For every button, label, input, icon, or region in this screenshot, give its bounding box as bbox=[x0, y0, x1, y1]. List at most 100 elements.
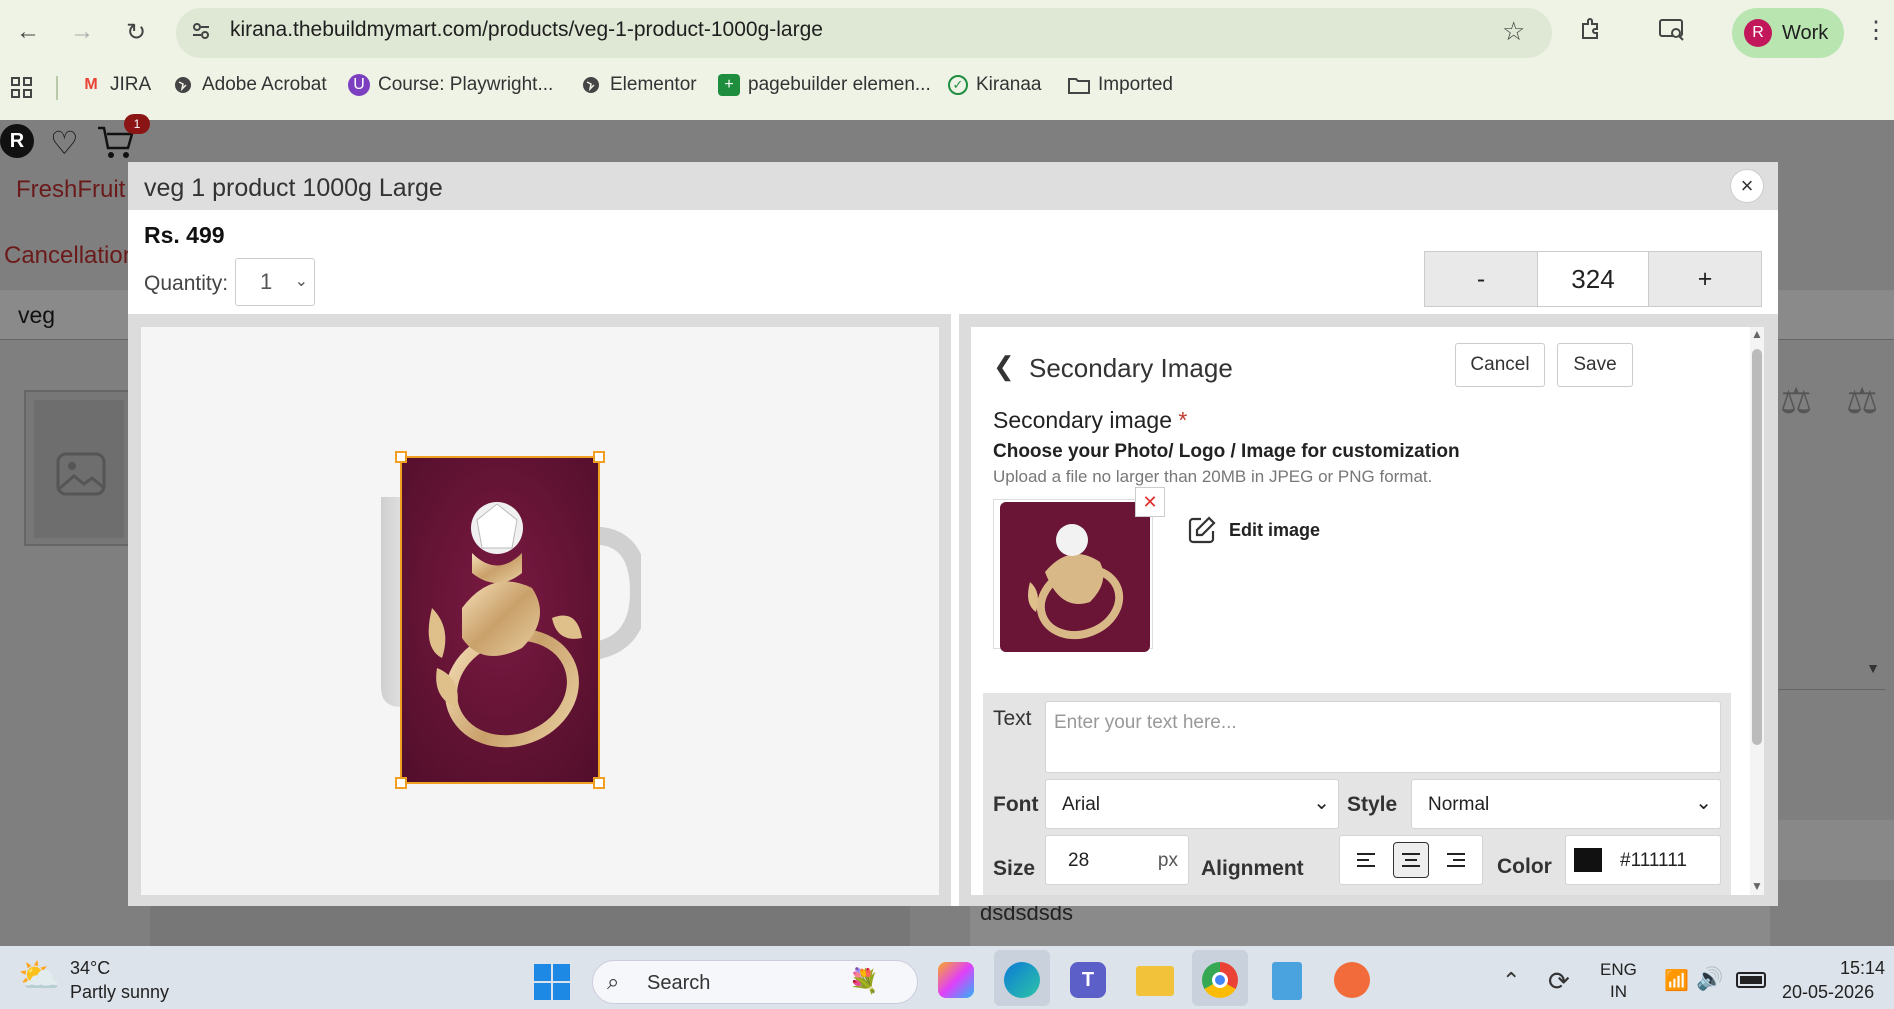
cast-search-icon[interactable] bbox=[1658, 16, 1686, 49]
resize-handle-top-right[interactable] bbox=[593, 451, 605, 463]
url-text[interactable]: kirana.thebuildmymart.com/products/veg-1… bbox=[230, 18, 823, 42]
battery-icon[interactable] bbox=[1736, 972, 1766, 988]
align-left-icon[interactable] bbox=[1348, 842, 1384, 878]
decrement-button[interactable]: - bbox=[1425, 252, 1537, 306]
file-explorer-icon[interactable] bbox=[1136, 966, 1174, 996]
bookmark-imported[interactable]: Imported bbox=[1068, 74, 1173, 96]
heart-icon[interactable]: ♡ bbox=[50, 124, 79, 162]
chrome-icon[interactable] bbox=[1202, 962, 1238, 998]
color-swatch[interactable] bbox=[1574, 848, 1602, 872]
alignment-label: Alignment bbox=[1201, 857, 1304, 880]
edge-icon[interactable] bbox=[1004, 962, 1040, 998]
align-right-icon[interactable] bbox=[1438, 842, 1474, 878]
edit-image-label: Edit image bbox=[1229, 519, 1321, 540]
text-input[interactable]: Enter your text here... bbox=[1045, 701, 1721, 773]
scroll-up-arrow[interactable]: ▲ bbox=[1751, 327, 1763, 341]
field-label-text: Secondary image bbox=[993, 407, 1172, 433]
cancellation-link[interactable]: Cancellation bbox=[4, 242, 136, 270]
language-bottom[interactable]: IN bbox=[1610, 982, 1627, 1002]
save-button[interactable]: Save bbox=[1557, 343, 1633, 387]
wifi-icon[interactable]: 📶 bbox=[1664, 968, 1689, 993]
windows-start-icon[interactable] bbox=[534, 964, 570, 1005]
image-thumbnail[interactable] bbox=[993, 499, 1153, 652]
reload-icon[interactable]: ↻ bbox=[118, 14, 154, 50]
ring-image bbox=[402, 458, 598, 782]
clock-time[interactable]: 15:14 bbox=[1840, 958, 1885, 979]
bookmark-label: Imported bbox=[1098, 74, 1173, 95]
profile-button[interactable]: R Work bbox=[1732, 8, 1844, 58]
font-select[interactable]: Arial ⌄ bbox=[1045, 779, 1339, 829]
teams-icon[interactable]: T bbox=[1070, 962, 1106, 998]
background-select[interactable]: ▼ bbox=[1776, 650, 1886, 690]
compare-icon[interactable]: ⚖ bbox=[1780, 380, 1812, 422]
browser-menu-icon[interactable]: ⋮ bbox=[1864, 16, 1888, 45]
search-icon: ⌕ bbox=[607, 969, 620, 994]
scroll-down-arrow[interactable]: ▼ bbox=[1751, 879, 1763, 893]
bookmark-kiranaa[interactable]: ✓ Kiranaa bbox=[948, 74, 1042, 96]
quantity-stepper[interactable]: - 324 + bbox=[1424, 251, 1762, 307]
bookmark-adobe-acrobat[interactable]: Adobe Acrobat bbox=[172, 74, 327, 96]
extensions-icon[interactable] bbox=[1578, 16, 1604, 49]
forward-icon[interactable]: → bbox=[64, 14, 100, 50]
canvas-image-layer[interactable] bbox=[400, 456, 600, 784]
gmail-icon: M bbox=[84, 76, 98, 93]
back-icon[interactable]: ← bbox=[10, 14, 46, 50]
background-thumbnail[interactable] bbox=[24, 390, 132, 546]
course-icon: U bbox=[348, 74, 370, 96]
align-center-icon[interactable] bbox=[1392, 842, 1429, 878]
bookmark-pagebuilder[interactable]: + pagebuilder elemen... bbox=[718, 74, 931, 96]
copilot-icon[interactable] bbox=[938, 962, 974, 998]
apps-grid-icon[interactable] bbox=[10, 76, 34, 105]
scale-icon[interactable]: ⚖ bbox=[1846, 380, 1878, 422]
thumbnail-ring-image bbox=[1000, 502, 1150, 652]
volume-icon[interactable]: 🔊 bbox=[1696, 966, 1723, 992]
brand-link[interactable]: FreshFruit bbox=[16, 176, 125, 204]
edit-image-button[interactable]: Edit image bbox=[1187, 515, 1320, 545]
user-avatar[interactable]: R bbox=[0, 124, 34, 158]
background-preview bbox=[150, 906, 910, 946]
chevron-down-icon: ⌄ bbox=[294, 273, 308, 290]
stepper-value[interactable]: 324 bbox=[1537, 252, 1649, 306]
color-picker[interactable]: #111111 bbox=[1565, 835, 1721, 885]
bookmark-label: pagebuilder elemen... bbox=[748, 74, 931, 95]
remove-image-button[interactable]: ✕ bbox=[1135, 487, 1165, 517]
color-hex-value[interactable]: #111111 bbox=[1620, 850, 1687, 872]
resize-handle-bottom-left[interactable] bbox=[395, 777, 407, 789]
customization-panel: ❮ Secondary Image Cancel Save Secondary … bbox=[971, 327, 1763, 895]
bookmark-star-icon[interactable]: ☆ bbox=[1502, 16, 1525, 47]
taskbar-search-label: Search bbox=[647, 972, 711, 994]
weather-icon[interactable]: ⛅ bbox=[18, 956, 60, 996]
scrollbar-thumb[interactable] bbox=[1752, 349, 1762, 745]
secondary-image-label: Secondary image * bbox=[993, 407, 1187, 434]
notepad-icon[interactable] bbox=[1272, 962, 1302, 1000]
background-text-area bbox=[970, 906, 1770, 946]
bookmark-elementor[interactable]: Elementor bbox=[580, 74, 697, 96]
background-search-value: veg bbox=[18, 302, 56, 328]
size-input-value: 28 bbox=[1068, 850, 1090, 871]
resize-handle-bottom-right[interactable] bbox=[593, 777, 605, 789]
weather-temp[interactable]: 34°C bbox=[70, 958, 110, 979]
taskbar-search[interactable]: ⌕ Search 💐 bbox=[592, 960, 918, 1004]
cancel-button[interactable]: Cancel bbox=[1455, 343, 1545, 387]
modal-title: veg 1 product 1000g Large bbox=[144, 174, 443, 202]
edit-pencil-icon bbox=[1188, 516, 1216, 544]
sync-icon[interactable]: ⟳ bbox=[1548, 966, 1570, 997]
clock-date[interactable]: 20-05-2026 bbox=[1782, 982, 1874, 1003]
resize-handle-top-left[interactable] bbox=[395, 451, 407, 463]
weather-desc[interactable]: Partly sunny bbox=[70, 982, 169, 1003]
back-chevron-icon[interactable]: ❮ bbox=[993, 351, 1015, 382]
panel-scrollbar[interactable]: ▲ ▼ bbox=[1750, 327, 1764, 895]
language-top[interactable]: ENG bbox=[1600, 960, 1637, 980]
site-info-icon[interactable] bbox=[190, 20, 212, 48]
bookmark-course-playwright[interactable]: U Course: Playwright... bbox=[348, 74, 553, 96]
chevron-up-icon[interactable]: ⌃ bbox=[1502, 968, 1520, 994]
postman-icon[interactable] bbox=[1334, 962, 1370, 998]
quantity-select[interactable]: 1 ⌄ bbox=[235, 258, 315, 306]
close-button[interactable]: × bbox=[1730, 169, 1764, 203]
style-select[interactable]: Normal ⌄ bbox=[1411, 779, 1721, 829]
profile-avatar: R bbox=[1744, 19, 1772, 47]
bookmark-jira[interactable]: M JIRA bbox=[80, 74, 151, 96]
bookmark-label: JIRA bbox=[110, 74, 152, 95]
size-input[interactable]: 28 px bbox=[1045, 835, 1189, 885]
increment-button[interactable]: + bbox=[1649, 252, 1761, 306]
